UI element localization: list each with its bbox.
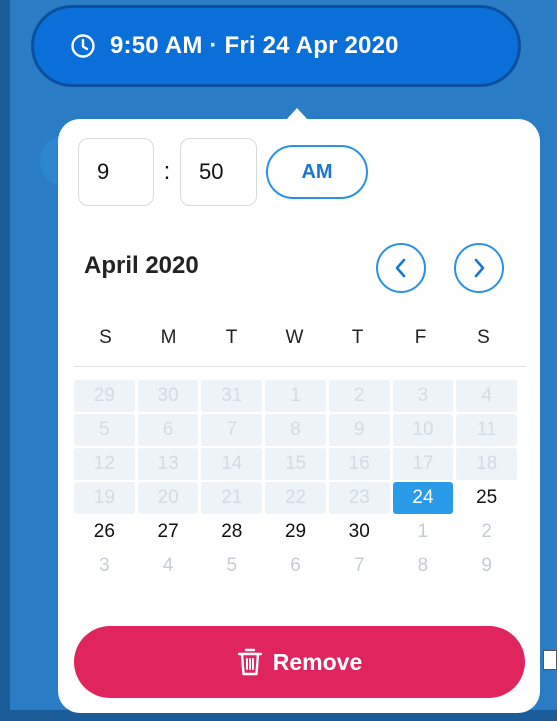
time-separator: : bbox=[163, 158, 171, 185]
calendar-day: 12 bbox=[74, 448, 135, 480]
calendar-day[interactable]: 30 bbox=[329, 516, 390, 548]
remove-button[interactable]: Remove bbox=[74, 626, 525, 698]
calendar-day: 3 bbox=[392, 380, 454, 412]
calendar-day: 8 bbox=[417, 555, 429, 576]
calendar-day: 9 bbox=[481, 555, 492, 576]
calendar-day: 4 bbox=[456, 380, 518, 412]
calendar-day: 4 bbox=[162, 555, 174, 576]
calendar-week-row: 5 6 7 8 9 10 11 bbox=[74, 414, 520, 446]
calendar-day: 18 bbox=[456, 448, 518, 480]
calendar-day: 23 bbox=[328, 482, 390, 514]
calendar-day: 8 bbox=[265, 414, 326, 446]
next-month-button[interactable] bbox=[454, 243, 504, 293]
calendar-day: 1 bbox=[265, 380, 326, 412]
calendar-day: 9 bbox=[328, 414, 390, 446]
trash-icon bbox=[237, 648, 262, 676]
calendar-day: 13 bbox=[137, 448, 199, 480]
clock-icon bbox=[70, 33, 96, 59]
chevron-right-icon bbox=[474, 258, 485, 278]
datetime-label: 9:50 AM · Fri 24 Apr 2020 bbox=[110, 32, 399, 59]
weekday-label: T bbox=[225, 327, 238, 348]
window-edge-left bbox=[0, 0, 10, 721]
calendar-day: 5 bbox=[74, 414, 135, 446]
month-title: April 2020 bbox=[84, 252, 199, 279]
weekday-label: S bbox=[477, 327, 490, 348]
prev-month-button[interactable] bbox=[376, 243, 426, 293]
calendar-divider bbox=[74, 366, 526, 367]
calendar-day: 15 bbox=[265, 448, 326, 480]
calendar-week-row: 12 13 14 15 16 17 18 bbox=[74, 448, 520, 480]
calendar-day: 1 bbox=[417, 521, 429, 542]
calendar-day: 2 bbox=[481, 521, 492, 542]
calendar-day: 2 bbox=[328, 380, 390, 412]
calendar-day: 5 bbox=[226, 555, 238, 576]
calendar-day: 29 bbox=[74, 380, 135, 412]
calendar-day: 16 bbox=[328, 448, 390, 480]
weekday-label: M bbox=[160, 327, 177, 348]
calendar-day: 31 bbox=[201, 380, 263, 412]
calendar-day: 11 bbox=[456, 414, 518, 446]
calendar-day: 19 bbox=[74, 482, 135, 514]
calendar-week-row: 26 27 28 29 30 1 2 bbox=[74, 516, 520, 548]
calendar-day[interactable]: 28 bbox=[201, 516, 262, 548]
weekday-label: T bbox=[351, 327, 364, 348]
calendar-day: 21 bbox=[201, 482, 263, 514]
calendar-week-row: 29 30 31 1 2 3 4 bbox=[74, 380, 520, 412]
ampm-toggle-button[interactable]: AM bbox=[266, 145, 368, 199]
weekday-label: W bbox=[285, 327, 304, 348]
calendar-day: 3 bbox=[99, 555, 110, 576]
calendar-day[interactable]: 29 bbox=[265, 516, 326, 548]
time-inputs: 9 : 50 AM bbox=[78, 138, 368, 206]
calendar-day: 17 bbox=[392, 448, 454, 480]
datetime-pill-button[interactable]: 9:50 AM · Fri 24 Apr 2020 bbox=[31, 5, 521, 87]
calendar-day: 30 bbox=[137, 380, 199, 412]
calendar-grid: 29 30 31 1 2 3 4 5 6 7 8 9 10 11 12 13 14 15 16 17 18 19 20 21 2… bbox=[74, 380, 520, 584]
datetime-picker-popup: 9 : 50 AM April 2020 S M T W T F S 29 30 3… bbox=[58, 119, 540, 713]
calendar-day: 6 bbox=[137, 414, 199, 446]
weekday-header: S M T W T F S bbox=[74, 327, 524, 349]
calendar-day: 6 bbox=[290, 555, 301, 576]
calendar-day: 7 bbox=[353, 555, 365, 576]
calendar-day[interactable]: 27 bbox=[138, 516, 199, 548]
calendar-day: 10 bbox=[392, 414, 454, 446]
calendar-day: 7 bbox=[201, 414, 263, 446]
weekday-label: S bbox=[99, 327, 112, 348]
calendar-day: 14 bbox=[201, 448, 263, 480]
calendar-day: 20 bbox=[137, 482, 199, 514]
calendar-week-row: 19 20 21 22 23 24 25 bbox=[74, 482, 520, 514]
chevron-left-icon bbox=[395, 258, 406, 278]
remove-label: Remove bbox=[272, 648, 363, 675]
calendar-week-row: 3 4 5 6 7 8 9 bbox=[74, 550, 520, 582]
calendar-day: 22 bbox=[265, 482, 326, 514]
background-checkbox bbox=[543, 650, 557, 670]
calendar-day-selected[interactable]: 24 bbox=[392, 482, 454, 514]
minute-input[interactable]: 50 bbox=[180, 138, 257, 206]
weekday-label: F bbox=[414, 327, 427, 348]
hour-input[interactable]: 9 bbox=[78, 138, 154, 206]
calendar-day[interactable]: 25 bbox=[456, 482, 517, 514]
calendar-day[interactable]: 26 bbox=[74, 516, 135, 548]
